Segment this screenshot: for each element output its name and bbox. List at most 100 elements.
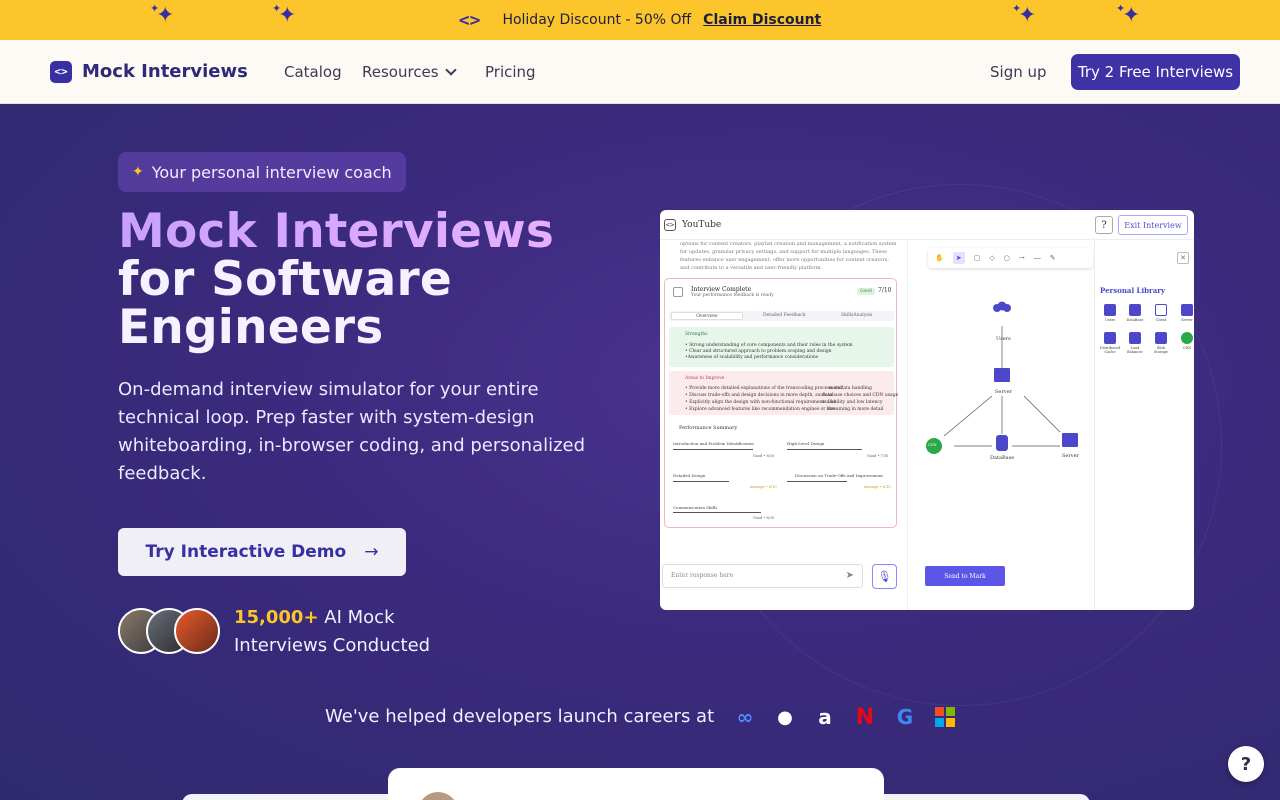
strength-item: • Clear and structured approach to probl…: [685, 349, 832, 354]
top-navigation: <> Mock Interviews Catalog Resources Pri…: [0, 40, 1280, 104]
hero-description: On-demand interview simulator for your e…: [118, 379, 586, 484]
library-item-load-balancer[interactable]: Load Balancer: [1124, 332, 1146, 354]
improve-title: Areas to Improve: [685, 376, 725, 381]
strengths-box: Strengths • Strong understanding of core…: [669, 327, 894, 367]
library-item-client[interactable]: Client: [1150, 304, 1172, 322]
app-window-title: YouTube: [682, 220, 722, 230]
feedback-tabs: Overview Detailed Feedback SkillsAnalysi…: [669, 311, 894, 321]
hero-title-line3: Engineers: [118, 300, 384, 355]
avatar: [174, 608, 220, 654]
nav-link-resources[interactable]: Resources: [362, 62, 457, 81]
promo-text: Holiday Discount - 50% Off: [502, 12, 692, 28]
microphone-icon[interactable]: 🎙: [872, 564, 897, 589]
whiteboard-canvas[interactable]: ✋ ➤ ▢ ◇ ○ → ― ✎ Users Server DataBase Se…: [908, 240, 1094, 610]
metric-bar: [673, 449, 753, 450]
exit-interview-button[interactable]: Exit Interview: [1118, 215, 1188, 235]
tab-skills-analysis[interactable]: SkillsAnalysis: [841, 313, 872, 318]
arrow-right-icon: →: [364, 542, 379, 562]
blob-storage-icon: [1155, 332, 1167, 344]
amazon-logo-icon: a: [818, 705, 832, 729]
drawing-toolbar: ✋ ➤ ▢ ◇ ○ → ― ✎: [928, 248, 1093, 268]
line-tool-icon[interactable]: ―: [1034, 254, 1041, 262]
cdn-icon: [1181, 332, 1193, 344]
app-header: <> YouTube ? Exit Interview: [660, 210, 1194, 240]
chevron-down-icon: [444, 63, 457, 76]
hero-title-line2: for Software: [118, 252, 452, 307]
cache-icon: [1104, 332, 1116, 344]
node-label-server: Server: [995, 389, 1012, 395]
arrow-tool-icon[interactable]: →: [1019, 254, 1025, 262]
feedback-pane: options for content creators, playlist c…: [660, 240, 908, 610]
library-item-distributed-cache[interactable]: Distributed Cache: [1099, 332, 1121, 354]
sparkle-icon: ✦ ✦: [1012, 2, 1037, 28]
library-item-blob-storage[interactable]: Blob Storage: [1150, 332, 1172, 354]
improve-item: • Discuss trade-offs and design decision…: [685, 393, 833, 398]
tab-overview[interactable]: Overview: [671, 312, 743, 320]
library-item-users[interactable]: Users: [1099, 304, 1121, 322]
metric-rating: Average • 6/10: [750, 485, 777, 489]
personal-library-panel: ✕ Personal Library Users DataBase Client…: [1094, 240, 1194, 610]
pencil-tool-icon[interactable]: ✎: [1050, 254, 1056, 262]
nav-link-catalog[interactable]: Catalog: [284, 63, 342, 81]
improve-item: • Provide more detailed explanations of …: [685, 386, 843, 391]
library-item-label: Users: [1104, 318, 1116, 322]
google-logo-icon: G: [896, 705, 914, 729]
avatar: [418, 792, 458, 800]
code-brackets-icon: <>: [458, 9, 481, 31]
stat-text-1: AI Mock: [324, 607, 395, 628]
send-to-mark-button[interactable]: Send to Mark: [925, 566, 1005, 586]
close-icon[interactable]: ✕: [1177, 252, 1189, 264]
metric-rating: Average • 6/10: [864, 485, 891, 489]
metric-rating: Good • 8/10: [753, 454, 775, 458]
coach-badge: ✦ Your personal interview coach: [118, 152, 406, 192]
result-title: Interview Complete: [691, 286, 752, 293]
interview-result-card: Interview Complete Your performance feed…: [664, 278, 899, 528]
library-item-label: Client: [1155, 318, 1167, 322]
send-icon[interactable]: ➤: [846, 570, 854, 581]
library-item-database[interactable]: DataBase: [1124, 304, 1146, 322]
hand-tool-icon[interactable]: ✋: [935, 254, 944, 262]
library-item-label: Server: [1181, 318, 1193, 322]
users-icon: [1104, 304, 1116, 316]
microsoft-logo-svg: [935, 707, 955, 727]
metric-bar: [787, 449, 862, 450]
metric-name: Detailed Design: [673, 473, 706, 478]
library-title: Personal Library: [1100, 286, 1166, 295]
result-subtitle: Your performance feedback is ready: [691, 293, 774, 298]
library-item-cdn[interactable]: CDN: [1176, 332, 1194, 350]
nav-link-label: Resources: [362, 62, 439, 81]
nav-link-pricing[interactable]: Pricing: [485, 63, 536, 81]
diamond-tool-icon[interactable]: ◇: [989, 254, 994, 262]
performance-summary-title: Performance Summary: [679, 425, 738, 431]
brand-name: Mock Interviews: [82, 61, 248, 82]
try-free-interviews-button[interactable]: Try 2 Free Interviews: [1071, 54, 1240, 90]
sign-up-link[interactable]: Sign up: [990, 63, 1047, 81]
server-icon: [1181, 304, 1193, 316]
code-logo-icon: <>: [50, 60, 72, 83]
try-interactive-demo-button[interactable]: Try Interactive Demo →: [118, 528, 406, 576]
help-fab-button[interactable]: ?: [1228, 746, 1264, 782]
brand-logo-link[interactable]: <> Mock Interviews: [50, 60, 248, 83]
improve-item: • Explicitly align the design with non-f…: [685, 400, 837, 405]
library-item-label: Blob Storage: [1154, 346, 1168, 354]
select-tool-icon[interactable]: ➤: [952, 252, 965, 264]
node-label-cdn: CDN: [928, 443, 937, 447]
ellipse-tool-icon[interactable]: ○: [1004, 254, 1010, 262]
improve-item: • Explore advanced features like recomme…: [685, 407, 835, 412]
tab-detailed-feedback[interactable]: Detailed Feedback: [763, 313, 806, 318]
load-balancer-icon: [1129, 332, 1141, 344]
sparkle-icon: ✦ ✦: [150, 2, 175, 28]
node-label-users: Users: [996, 336, 1011, 342]
strengths-title: Strengths: [685, 332, 708, 337]
claim-discount-link[interactable]: Claim Discount: [703, 12, 821, 28]
interview-app-preview: <> YouTube ? Exit Interview options for …: [660, 210, 1194, 610]
metric-bar: [787, 481, 847, 482]
rectangle-tool-icon[interactable]: ▢: [974, 254, 981, 262]
improve-item-cont: database choices and CDN usage: [822, 393, 899, 398]
help-button[interactable]: ?: [1095, 216, 1113, 234]
apple-logo-icon: ●: [777, 706, 793, 728]
library-item-server[interactable]: Server: [1176, 304, 1194, 322]
response-input[interactable]: Enter response here ➤: [662, 564, 863, 588]
meta-logo-icon: ∞: [736, 705, 754, 729]
rating-badge: Good: [857, 288, 875, 295]
